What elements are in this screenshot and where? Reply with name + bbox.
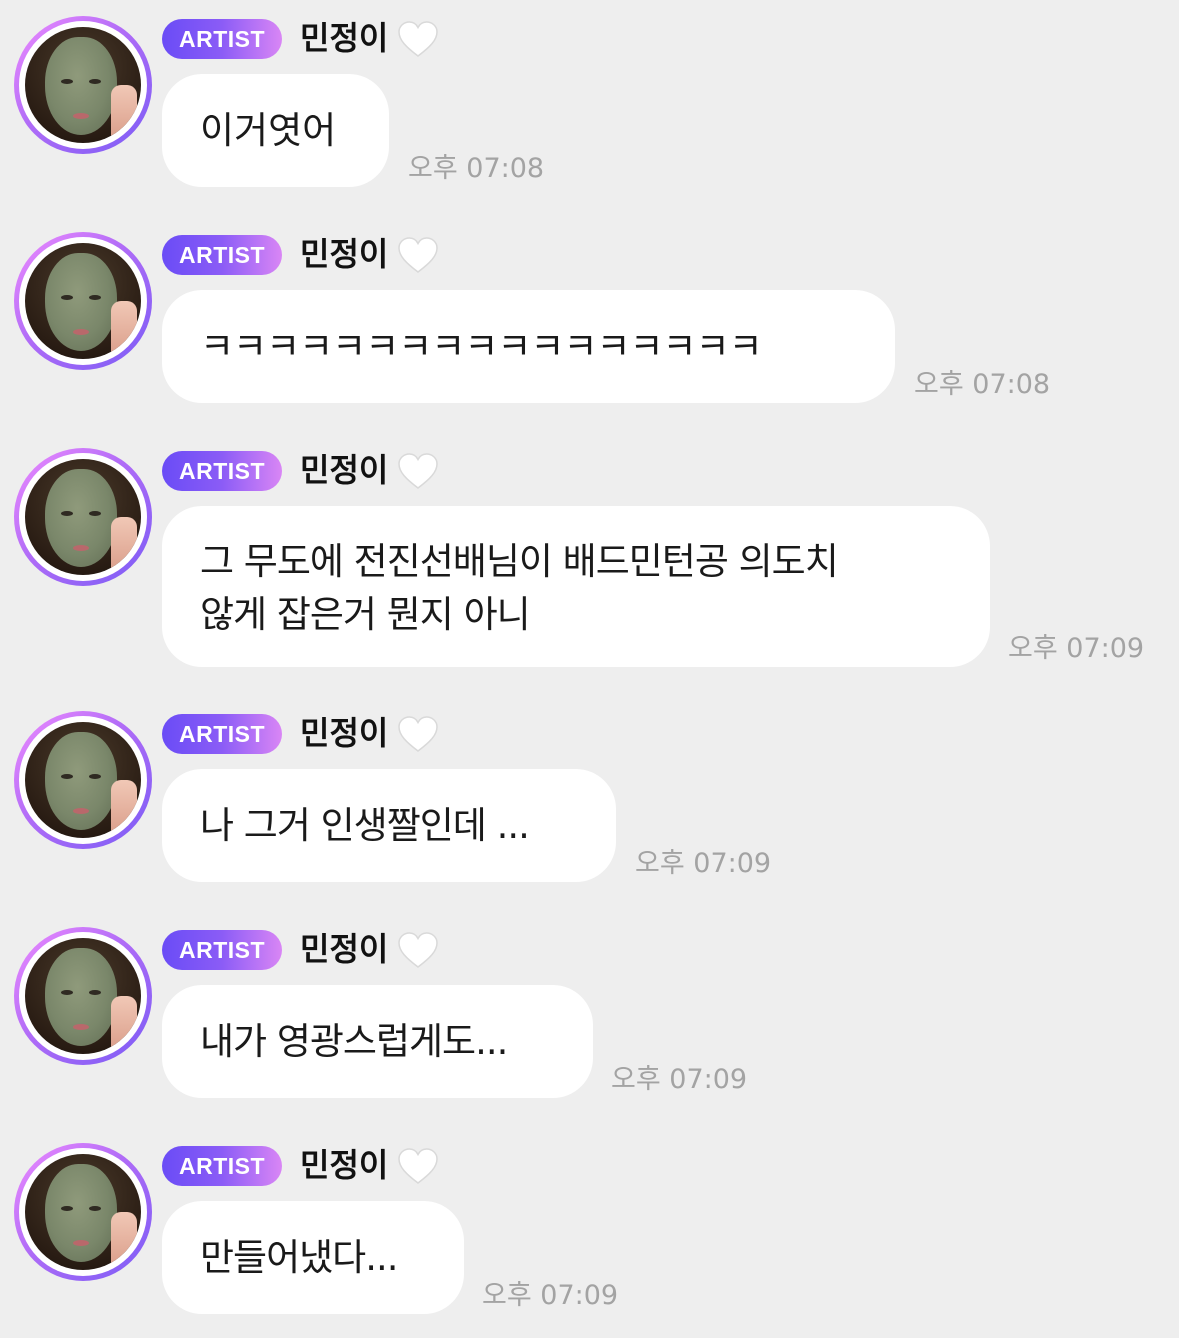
avatar-eye: [89, 79, 101, 84]
avatar-mouth: [73, 808, 89, 814]
avatar-ring: [19, 1148, 147, 1276]
artist-badge: ARTIST: [162, 19, 282, 59]
avatar-photo: [25, 1154, 141, 1270]
avatar[interactable]: [14, 232, 152, 370]
avatar-bottle: [111, 85, 137, 143]
sender-name[interactable]: 민정이: [300, 927, 388, 971]
white-heart-icon: [398, 932, 438, 968]
avatar-bottle: [111, 301, 137, 359]
message-timestamp: 오후 07:08: [408, 153, 545, 184]
sender-name[interactable]: 민정이: [300, 232, 388, 276]
white-heart-icon: [398, 237, 438, 273]
avatar[interactable]: [14, 711, 152, 849]
message-bubble[interactable]: 이거엿어: [162, 74, 389, 187]
white-heart-icon: [398, 716, 438, 752]
message-timestamp: 오후 07:09: [635, 848, 772, 879]
avatar-face: [45, 948, 117, 1046]
message-timestamp: 오후 07:09: [1008, 633, 1145, 664]
avatar-photo: [25, 27, 141, 143]
avatar-eye: [61, 1206, 73, 1211]
message-bubble[interactable]: 내가 영광스럽게도...: [162, 985, 593, 1098]
avatar-photo: [25, 459, 141, 575]
message-timestamp: 오후 07:09: [482, 1280, 619, 1311]
avatar-eye: [61, 511, 73, 516]
avatar-bottle: [111, 517, 137, 575]
artist-badge: ARTIST: [162, 451, 282, 491]
avatar-bottle: [111, 996, 137, 1054]
avatar-face: [45, 469, 117, 567]
sender-name[interactable]: 민정이: [300, 1143, 388, 1187]
avatar-eye: [61, 79, 73, 84]
avatar-photo: [25, 722, 141, 838]
avatar[interactable]: [14, 16, 152, 154]
avatar-eye: [89, 1206, 101, 1211]
avatar-ring: [19, 453, 147, 581]
sender-name[interactable]: 민정이: [300, 711, 388, 755]
artist-badge: ARTIST: [162, 930, 282, 970]
avatar-eye: [89, 774, 101, 779]
avatar-eye: [89, 511, 101, 516]
chat-message-list[interactable]: ARTIST 민정이 이거엿어 오후 07:08 ARTIST 민정이 ㅋㅋㅋㅋ…: [0, 0, 1179, 1338]
avatar-eye: [89, 295, 101, 300]
message-timestamp: 오후 07:09: [611, 1064, 748, 1095]
avatar-eye: [61, 295, 73, 300]
artist-badge: ARTIST: [162, 235, 282, 275]
avatar-mouth: [73, 329, 89, 335]
avatar-photo: [25, 938, 141, 1054]
avatar-ring: [19, 21, 147, 149]
avatar-ring: [19, 932, 147, 1060]
avatar-eye: [61, 774, 73, 779]
avatar[interactable]: [14, 1143, 152, 1281]
sender-name[interactable]: 민정이: [300, 16, 388, 60]
avatar-eye: [61, 990, 73, 995]
message-timestamp: 오후 07:08: [914, 369, 1051, 400]
avatar-photo: [25, 243, 141, 359]
avatar-ring: [19, 716, 147, 844]
avatar-mouth: [73, 1024, 89, 1030]
avatar-face: [45, 732, 117, 830]
avatar-mouth: [73, 113, 89, 119]
avatar-face: [45, 37, 117, 135]
message-bubble[interactable]: 만들어냈다...: [162, 1201, 464, 1314]
avatar-bottle: [111, 780, 137, 838]
avatar[interactable]: [14, 927, 152, 1065]
white-heart-icon: [398, 1148, 438, 1184]
avatar-mouth: [73, 1240, 89, 1246]
sender-name[interactable]: 민정이: [300, 448, 388, 492]
avatar-bottle: [111, 1212, 137, 1270]
avatar-mouth: [73, 545, 89, 551]
message-bubble[interactable]: ㅋㅋㅋㅋㅋㅋㅋㅋㅋㅋㅋㅋㅋㅋㅋㅋㅋ: [162, 290, 895, 403]
artist-badge: ARTIST: [162, 714, 282, 754]
white-heart-icon: [398, 453, 438, 489]
artist-badge: ARTIST: [162, 1146, 282, 1186]
message-bubble[interactable]: 그 무도에 전진선배님이 배드민턴공 의도치 않게 잡은거 뭔지 아니: [162, 506, 990, 667]
white-heart-icon: [398, 21, 438, 57]
avatar-eye: [89, 990, 101, 995]
message-bubble[interactable]: 나 그거 인생짤인데 ...: [162, 769, 616, 882]
avatar-face: [45, 1164, 117, 1262]
avatar-ring: [19, 237, 147, 365]
avatar[interactable]: [14, 448, 152, 586]
avatar-face: [45, 253, 117, 351]
